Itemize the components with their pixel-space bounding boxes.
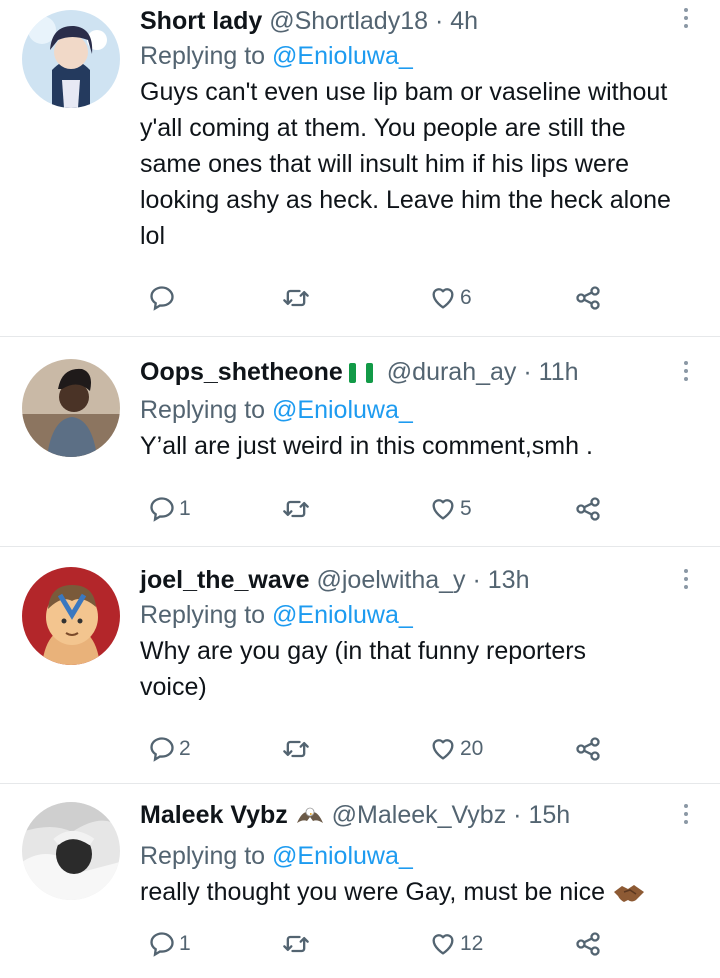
- reply-icon: [150, 932, 174, 957]
- like-button[interactable]: 12: [429, 924, 483, 964]
- more-options-icon[interactable]: [684, 361, 690, 381]
- avatar[interactable]: [22, 359, 120, 457]
- display-name[interactable]: Oops_shetheone: [140, 358, 343, 386]
- like-icon: [432, 288, 454, 309]
- replying-to: Replying to @Enioluwa_: [140, 838, 680, 874]
- retweet-icon: [283, 289, 309, 307]
- replying-to-label: Replying to: [140, 42, 266, 70]
- share-icon: [576, 497, 600, 521]
- retweet-icon: [283, 500, 309, 518]
- separator-dot: ·: [472, 566, 481, 594]
- retweet-button[interactable]: [282, 924, 313, 964]
- retweet-button[interactable]: [282, 278, 313, 318]
- share-icon: [576, 737, 600, 761]
- tweet-2[interactable]: Oops_shetheone @durah_ay · 11h Replying …: [0, 337, 720, 547]
- reply-button[interactable]: 1: [148, 489, 191, 529]
- share-icon: [576, 286, 600, 310]
- user-handle[interactable]: @durah_ay: [387, 358, 517, 386]
- tweet-3[interactable]: joel_the_wave @joelwitha_y · 13h Replyin…: [0, 547, 720, 784]
- like-count: 12: [460, 932, 484, 955]
- avatar[interactable]: [22, 567, 120, 665]
- avatar-image: [22, 359, 120, 457]
- separator-dot: ·: [434, 7, 444, 35]
- tweet-actions: 6: [140, 278, 720, 318]
- retweet-icon: [283, 935, 309, 953]
- replying-to-label: Replying to: [140, 396, 266, 424]
- display-name[interactable]: joel_the_wave: [140, 566, 310, 594]
- tweet-header: Oops_shetheone @durah_ay · 11h: [140, 355, 680, 392]
- avatar-image: [22, 567, 120, 665]
- tweet-text: really thought you were Gay, must be nic…: [140, 878, 606, 906]
- replying-to-mention[interactable]: @Enioluwa_: [272, 842, 413, 870]
- timestamp[interactable]: 11h: [539, 358, 579, 386]
- replying-to-label: Replying to: [140, 601, 266, 629]
- tweet-header: Short lady @Shortlady18 · 4h: [140, 4, 680, 38]
- user-handle[interactable]: @joelwitha_y: [316, 566, 465, 594]
- replying-to-mention[interactable]: @Enioluwa_: [272, 601, 413, 629]
- like-icon: [432, 739, 454, 760]
- tweet-text: Why are you gay (in that funny reporters…: [140, 637, 587, 701]
- replying-to: Replying to @Enioluwa_: [140, 392, 680, 428]
- tweet-actions: 2 20: [140, 729, 720, 769]
- tweet-actions: 1 12: [140, 924, 720, 964]
- share-icon: [576, 932, 600, 956]
- timestamp[interactable]: 13h: [488, 566, 530, 594]
- handshake-emoji-icon: [612, 880, 646, 916]
- reply-count: 1: [179, 497, 191, 520]
- tweet-text: Guys can't even use lip bam or vaseline …: [140, 78, 671, 250]
- replying-to-label: Replying to: [140, 842, 266, 870]
- retweet-icon: [283, 740, 309, 758]
- reply-button[interactable]: 1: [148, 924, 191, 964]
- tweet-text-wrap: really thought you were Gay, must be nic…: [140, 874, 680, 916]
- reply-count: 2: [179, 737, 191, 760]
- like-count: 6: [460, 286, 472, 309]
- display-name[interactable]: Maleek Vybz: [140, 801, 288, 829]
- avatar-image: [22, 10, 120, 108]
- replying-to-mention[interactable]: @Enioluwa_: [272, 396, 413, 424]
- avatar[interactable]: [22, 10, 120, 108]
- tweet-4[interactable]: Maleek Vybz @Maleek_Vybz · 15h Replying …: [0, 784, 720, 978]
- tweet-actions: 1 5: [140, 489, 720, 529]
- nigeria-flag-icon: [348, 358, 376, 392]
- replying-to: Replying to @Enioluwa_: [140, 38, 680, 74]
- avatar[interactable]: [22, 802, 120, 900]
- eagle-icon: [295, 803, 325, 838]
- like-count: 5: [460, 497, 472, 520]
- more-options-icon[interactable]: [684, 569, 690, 589]
- timestamp[interactable]: 15h: [528, 801, 570, 829]
- separator-dot: ·: [513, 801, 522, 829]
- user-handle[interactable]: @Shortlady18: [269, 7, 428, 35]
- more-options-icon[interactable]: [684, 8, 690, 28]
- user-handle[interactable]: @Maleek_Vybz: [332, 801, 507, 829]
- like-icon: [432, 934, 454, 955]
- avatar-image: [22, 802, 120, 900]
- replying-to: Replying to @Enioluwa_: [140, 597, 680, 633]
- display-name[interactable]: Short lady: [140, 7, 262, 35]
- reply-button[interactable]: [148, 278, 179, 318]
- tweet-text: Y’all are just weird in this comment,smh…: [140, 432, 593, 460]
- like-icon: [432, 499, 454, 520]
- like-button[interactable]: 20: [429, 729, 483, 769]
- reply-button[interactable]: 2: [148, 729, 191, 769]
- share-button[interactable]: [574, 489, 602, 529]
- like-count: 20: [460, 737, 484, 760]
- share-button[interactable]: [574, 924, 602, 964]
- more-options-icon[interactable]: [684, 804, 690, 824]
- tweet-1[interactable]: Short lady @Shortlady18 · 4h Replying to…: [0, 0, 720, 337]
- reply-count: 1: [179, 932, 191, 955]
- tweet-header: joel_the_wave @joelwitha_y · 13h: [140, 563, 680, 597]
- like-button[interactable]: 6: [429, 278, 472, 318]
- tweet-header: Maleek Vybz @Maleek_Vybz · 15h: [140, 798, 680, 838]
- share-button[interactable]: [574, 729, 602, 769]
- separator-dot: ·: [523, 358, 532, 386]
- replying-to-mention[interactable]: @Enioluwa_: [272, 42, 413, 70]
- reply-icon: [150, 497, 174, 522]
- reply-icon: [150, 286, 174, 311]
- retweet-button[interactable]: [282, 729, 313, 769]
- timestamp[interactable]: 4h: [450, 7, 478, 35]
- share-button[interactable]: [574, 278, 602, 318]
- reply-icon: [150, 737, 174, 762]
- retweet-button[interactable]: [282, 489, 313, 529]
- like-button[interactable]: 5: [429, 489, 472, 529]
